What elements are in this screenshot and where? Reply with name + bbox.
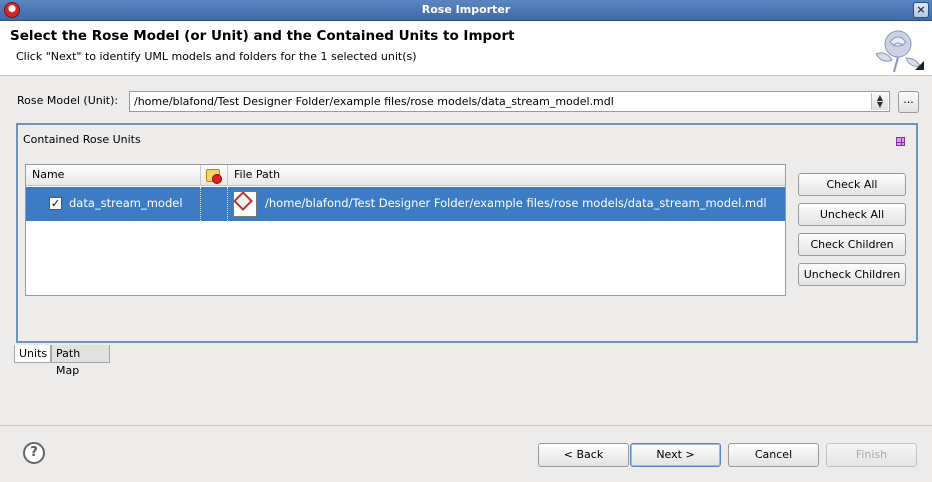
uncheck-all-button[interactable]: Uncheck All	[798, 203, 906, 226]
column-header-file-path[interactable]: File Path	[228, 165, 785, 186]
window-title: Rose Importer	[421, 3, 511, 16]
maximize-icon[interactable]	[896, 137, 905, 146]
unit-file-path: /home/blafond/Test Designer Folder/examp…	[265, 196, 767, 210]
close-icon[interactable]: ×	[913, 2, 929, 18]
units-table: Name File Path ✓ data_stream_model /home…	[25, 164, 786, 296]
footer-divider	[0, 425, 932, 426]
page-title: Select the Rose Model (or Unit) and the …	[10, 28, 515, 44]
tab-units[interactable]: Units	[14, 345, 51, 363]
rose-model-combo[interactable]: /home/blafond/Test Designer Folder/examp…	[129, 91, 890, 112]
check-all-button[interactable]: Check All	[798, 173, 906, 196]
uncheck-children-button[interactable]: Uncheck Children	[798, 263, 906, 286]
cancel-button[interactable]: Cancel	[728, 443, 819, 467]
wizard-header: Select the Rose Model (or Unit) and the …	[0, 21, 932, 76]
table-row[interactable]: ✓ data_stream_model /home/blafond/Test D…	[26, 187, 785, 221]
tab-path-map[interactable]: Path Map	[51, 345, 110, 377]
help-icon[interactable]: ?	[23, 442, 45, 464]
table-header: Name File Path	[26, 165, 785, 186]
unit-checkbox[interactable]: ✓	[49, 197, 62, 210]
unit-name: data_stream_model	[69, 196, 183, 210]
rose-model-label: Rose Model (Unit):	[17, 94, 119, 107]
column-header-status[interactable]	[201, 165, 228, 186]
group-title: Contained Rose Units	[23, 133, 141, 146]
page-description: Click "Next" to identify UML models and …	[16, 50, 417, 63]
column-separator	[227, 187, 228, 221]
combo-arrows-icon[interactable]: ▲ ▼	[871, 93, 888, 110]
browse-button[interactable]: ...	[898, 91, 919, 113]
column-header-name[interactable]: Name	[26, 165, 201, 186]
rose-model-row: Rose Model (Unit): /home/blafond/Test De…	[0, 90, 932, 114]
window-titlebar: Rose Importer ×	[0, 0, 932, 21]
column-separator	[200, 187, 201, 221]
finish-button[interactable]: Finish	[826, 443, 917, 467]
status-column-icon	[206, 169, 222, 184]
check-children-button[interactable]: Check Children	[798, 233, 906, 256]
rose-model-value: /home/blafond/Test Designer Folder/examp…	[134, 95, 614, 108]
next-button[interactable]: Next >	[630, 443, 721, 467]
back-button[interactable]: < Back	[538, 443, 629, 467]
header-corner-marker	[915, 61, 924, 70]
contained-units-group: Contained Rose Units Name File Path ✓ da…	[16, 123, 918, 343]
rose-model-file-icon	[233, 191, 257, 217]
